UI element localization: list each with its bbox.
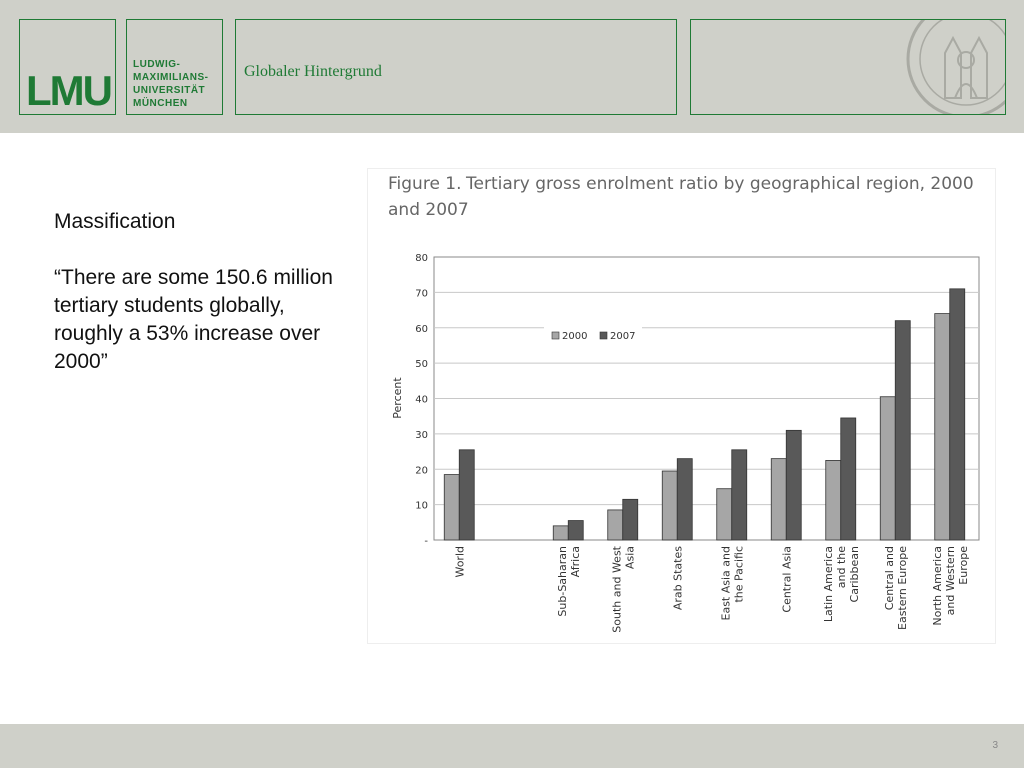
bar-2000 bbox=[607, 509, 624, 541]
legend-label: 2000 bbox=[562, 331, 587, 342]
y-tick-label: 20 bbox=[415, 465, 428, 476]
university-name-line: UNIVERSITÄT bbox=[133, 85, 206, 96]
y-tick-label: 30 bbox=[415, 430, 428, 441]
x-tick-label: Central and bbox=[883, 546, 896, 610]
x-tick-label: Latin America bbox=[822, 546, 835, 622]
x-tick-label: East Asia and bbox=[719, 546, 732, 620]
slide-header: LMU LUDWIG- MAXIMILIANS- UNIVERSITÄT MÜN… bbox=[0, 0, 1024, 133]
bar-2007 bbox=[785, 429, 802, 541]
lmu-logo: LMU bbox=[26, 67, 113, 114]
bar-2007 bbox=[949, 288, 966, 541]
bar-2007 bbox=[894, 320, 911, 541]
y-tick-label: 10 bbox=[415, 501, 428, 512]
y-tick-label: 40 bbox=[415, 395, 428, 406]
university-name-line: LUDWIG- bbox=[133, 59, 181, 70]
y-tick-label: - bbox=[424, 536, 428, 547]
page-number: 3 bbox=[992, 740, 998, 751]
legend-label: 2007 bbox=[610, 331, 635, 342]
x-tick-label: and the bbox=[835, 546, 848, 588]
x-tick-label: Sub-Saharan bbox=[556, 546, 569, 617]
x-tick-label: Asia bbox=[623, 546, 636, 569]
x-tick-label: Eastern Europe bbox=[896, 546, 909, 630]
x-tick-label: Arab States bbox=[671, 546, 684, 610]
y-tick-label: 50 bbox=[415, 359, 428, 370]
y-tick-label: 80 bbox=[415, 253, 428, 264]
slide-footer: 3 bbox=[0, 724, 1024, 768]
x-tick-label: and Western bbox=[944, 546, 957, 615]
body-heading: Massification bbox=[54, 210, 176, 233]
bar-2007 bbox=[567, 520, 584, 541]
bar-2007 bbox=[840, 417, 857, 541]
x-tick-label: South and West bbox=[610, 545, 623, 632]
bar-2000 bbox=[770, 458, 787, 541]
bar-2007 bbox=[731, 449, 748, 541]
body-quote: “There are some 150.6 million tertiary s… bbox=[54, 266, 333, 373]
bar-2007 bbox=[676, 458, 693, 541]
figure: Figure 1. Tertiary gross enrolment ratio … bbox=[367, 168, 996, 644]
logo-box: LMU bbox=[19, 19, 116, 115]
bar-2000 bbox=[661, 470, 678, 541]
y-tick-label: 60 bbox=[415, 324, 428, 335]
university-name: LUDWIG- MAXIMILIANS- UNIVERSITÄT MÜNCHEN bbox=[133, 58, 208, 110]
bar-2000 bbox=[879, 396, 896, 541]
section-title-box: Globaler Hintergrund bbox=[235, 19, 677, 115]
legend-swatch bbox=[599, 331, 608, 340]
bar-2000 bbox=[934, 313, 951, 541]
x-tick-label: Central Asia bbox=[780, 546, 793, 613]
x-tick-label: North America bbox=[931, 546, 944, 626]
legend-swatch bbox=[551, 331, 560, 340]
x-tick-label: Caribbean bbox=[848, 546, 861, 602]
x-tick-label: Africa bbox=[569, 546, 582, 577]
university-seal-icon bbox=[906, 20, 1005, 114]
x-tick-label: Europe bbox=[957, 546, 970, 585]
bar-2007 bbox=[622, 498, 639, 541]
seal-box bbox=[690, 19, 1006, 115]
bar-2000 bbox=[552, 525, 569, 541]
university-name-line: MAXIMILIANS- bbox=[133, 72, 209, 83]
x-tick-label: World bbox=[453, 546, 466, 578]
section-title: Globaler Hintergrund bbox=[244, 63, 382, 80]
bar-2007 bbox=[458, 449, 475, 541]
bar-2000 bbox=[443, 474, 460, 541]
x-tick-label: the Pacific bbox=[732, 546, 745, 603]
y-tick-label: 70 bbox=[415, 288, 428, 299]
bar-2000 bbox=[825, 460, 842, 541]
bar-chart: - 10 20 30 40 50 60 70 80 Percent World Sub-Saharan… bbox=[391, 253, 980, 633]
university-name-line: MÜNCHEN bbox=[133, 98, 188, 109]
y-axis-label: Percent bbox=[391, 377, 404, 419]
university-name-box: LUDWIG- MAXIMILIANS- UNIVERSITÄT MÜNCHEN bbox=[126, 19, 223, 115]
bar-2000 bbox=[716, 488, 733, 541]
slide-body: Massification “There are some 150.6 mill… bbox=[54, 208, 354, 404]
